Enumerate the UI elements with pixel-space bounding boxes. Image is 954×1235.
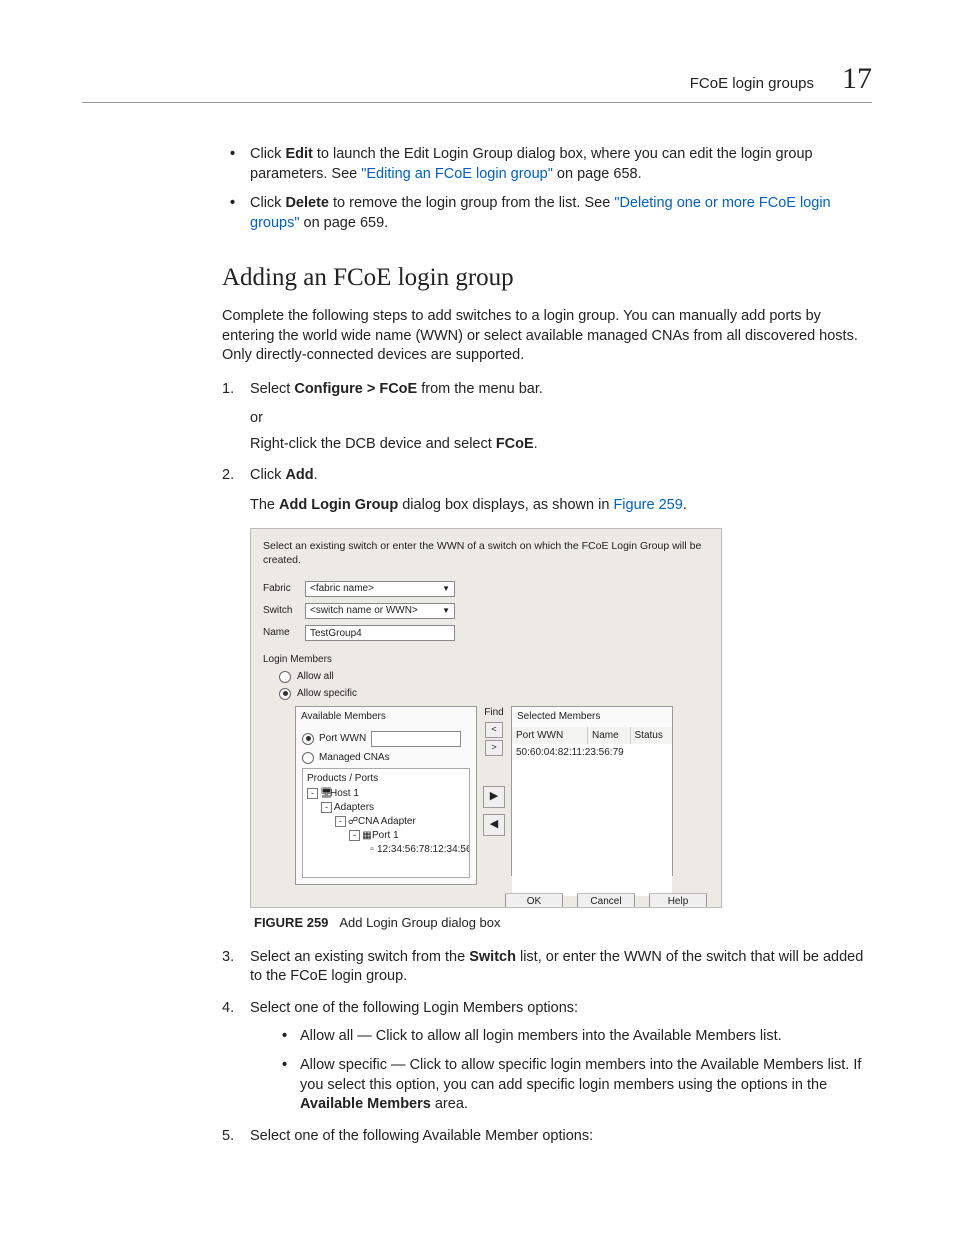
port-wwn-input[interactable] [371,731,461,747]
intro-bullets: Click Edit to launch the Edit Login Grou… [222,145,872,233]
dialog-instruction: Select an existing switch or enter the W… [263,539,709,567]
port-icon: ▦ [362,829,372,843]
step-5: 5. Select one of the following Available… [222,1127,872,1147]
intro-bullet-delete: Click Delete to remove the login group f… [222,194,872,233]
step-3: 3. Select an existing switch from the Sw… [222,948,872,987]
login-members-group: Login Members Allow all Allow specific A… [263,653,709,886]
selected-members-body[interactable]: 50:60:04:82:11:23:56:79 [512,744,672,896]
steps-list: 1. Select Configure > FCoE from the menu… [222,380,872,1147]
wwn-icon: ▫ [367,843,377,857]
host-icon: 🖥 [320,787,330,801]
page-header: FCoE login groups 17 [82,62,872,103]
add-member-button[interactable]: ▶ [483,786,505,808]
products-tree[interactable]: Products / Ports -🖥Host 1 -Adapters -☍CN… [302,768,470,878]
port-wwn-radio[interactable]: Port WWN [302,731,470,747]
add-login-group-dialog: Select an existing switch or enter the W… [250,528,722,909]
selected-members-header: Port WWN Name Status [512,727,672,745]
header-title: FCoE login groups [690,75,814,92]
fabric-row: Fabric <fabric name>▼ [263,581,709,597]
step-1: 1. Select Configure > FCoE from the menu… [222,380,872,455]
adapter-icon: ☍ [348,815,358,829]
selected-members-panel: Selected Members Port WWN Name Status 50… [511,706,673,876]
selected-member-row[interactable]: 50:60:04:82:11:23:56:79 [516,746,668,760]
allow-specific-radio[interactable]: Allow specific [279,687,709,701]
find-column: Find < > ▶ ◀ [483,706,505,885]
fabric-combo[interactable]: <fabric name>▼ [305,581,455,597]
remove-member-button[interactable]: ◀ [483,814,505,836]
find-prev-button[interactable]: < [485,722,503,738]
page: FCoE login groups 17 Click Edit to launc… [0,0,954,1235]
figure-caption: FIGURE 259 Add Login Group dialog box [254,914,872,932]
name-row: Name TestGroup4 [263,625,709,641]
page-body: Click Edit to launch the Edit Login Grou… [82,145,872,1146]
switch-combo[interactable]: <switch name or WWN>▼ [305,603,455,619]
find-next-button[interactable]: > [485,740,503,756]
step-4-allow-specific: Allow specific — Click to allow specific… [278,1056,872,1115]
ok-button[interactable]: OK [505,893,563,907]
help-button[interactable]: Help [649,893,707,907]
step-4-allow-all: Allow all — Click to allow all login mem… [278,1027,872,1047]
chapter-number: 17 [842,62,872,96]
link-edit-fcoe[interactable]: "Editing an FCoE login group" [361,166,553,182]
chevron-down-icon: ▼ [442,603,450,619]
name-input[interactable]: TestGroup4 [305,625,455,641]
cancel-button[interactable]: Cancel [577,893,635,907]
available-members-panel: Available Members Port WWN Managed CNAs … [295,706,477,885]
delete-label: Delete [285,195,329,211]
section-heading: Adding an FCoE login group [222,261,872,295]
managed-cnas-radio[interactable]: Managed CNAs [302,751,470,765]
link-figure-259[interactable]: Figure 259 [613,497,682,513]
step-4: 4. Select one of the following Login Mem… [222,999,872,1115]
switch-row: Switch <switch name or WWN>▼ [263,603,709,619]
section-intro: Complete the following steps to add swit… [222,307,872,366]
intro-bullet-edit: Click Edit to launch the Edit Login Grou… [222,145,872,184]
edit-label: Edit [285,146,312,162]
chevron-down-icon: ▼ [442,581,450,597]
step-2: 2. Click Add. The Add Login Group dialog… [222,466,872,932]
allow-all-radio[interactable]: Allow all [279,670,709,684]
